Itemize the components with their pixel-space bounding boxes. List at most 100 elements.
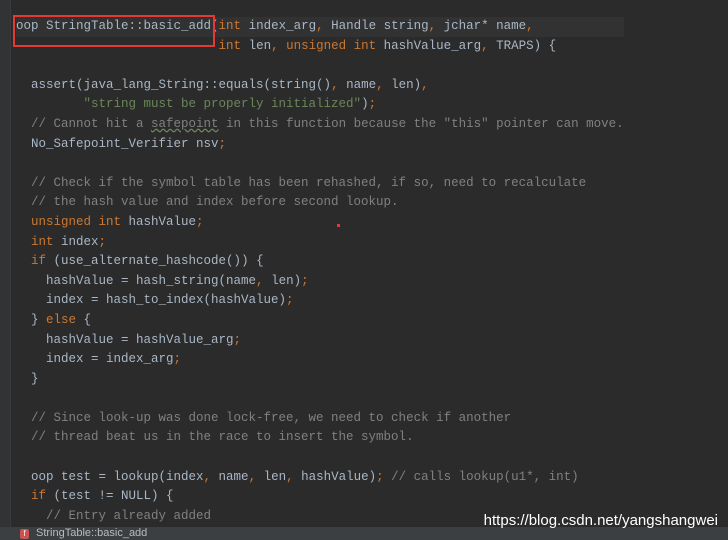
code-line[interactable]: oop test = lookup(index, name, len, hash… (16, 468, 624, 488)
code-token: , (286, 469, 294, 484)
code-token: ; (368, 97, 377, 112)
code-token: , (481, 38, 489, 53)
code-token: // calls lookup(u1*, int) (383, 469, 579, 484)
code-token: (test != NULL) { (46, 489, 174, 504)
code-token: } (16, 371, 39, 386)
code-line[interactable]: hashValue = hashValue_arg; (16, 331, 624, 351)
code-token: // Since look-up was done lock-free, we … (16, 410, 512, 425)
code-line[interactable]: "string must be properly initialized"); (16, 95, 624, 115)
watermark: https://blog.csdn.net/yangshangwei (483, 512, 718, 529)
code-token: if (31, 489, 47, 504)
code-line[interactable]: // the hash value and index before secon… (16, 193, 624, 213)
code-token: in this function because the "this" poin… (218, 116, 624, 131)
code-token: len (256, 469, 287, 484)
code-token: unsigned int (286, 38, 377, 53)
code-token: // the hash value and index before secon… (16, 195, 399, 210)
code-token: index = hash_to_index(hashValue) (16, 293, 287, 308)
code-line[interactable]: No_Safepoint_Verifier nsv; (16, 135, 624, 155)
code-token: // Check if the symbol table has been re… (16, 175, 587, 190)
code-token: ; (98, 234, 107, 249)
code-token: // Entry already added (16, 508, 212, 523)
code-token: , (248, 469, 257, 484)
code-token: hashValue = hashValue_arg (16, 332, 234, 347)
function-icon: f (20, 529, 29, 539)
breadcrumb[interactable]: StringTable::basic_add (36, 527, 147, 540)
code-token: jchar* name (436, 19, 527, 33)
code-line[interactable] (16, 56, 624, 76)
code-token: int (218, 38, 242, 53)
code-token: name (338, 77, 377, 92)
code-line[interactable] (16, 154, 624, 174)
code-line[interactable]: index = index_arg; (16, 350, 624, 370)
code-token: index (53, 234, 99, 249)
code-token: unsigned int (31, 214, 122, 229)
code-token: int (218, 19, 242, 33)
code-token: len) (263, 273, 302, 288)
code-line[interactable]: // thread beat us in the race to insert … (16, 428, 624, 448)
code-line[interactable]: if (use_alternate_hashcode()) { (16, 252, 624, 272)
code-token: hashValue (121, 214, 197, 229)
code-line[interactable]: index = hash_to_index(hashValue); (16, 291, 624, 311)
code-token: ; (218, 136, 227, 151)
code-token: if (31, 254, 47, 269)
code-token: , (526, 19, 534, 33)
code-line[interactable]: } (16, 370, 624, 390)
code-line[interactable] (16, 448, 624, 468)
code-line[interactable]: // Cannot hit a safepoint in this functi… (16, 115, 624, 135)
code-token: len (241, 38, 272, 53)
code-token: { (76, 312, 92, 327)
code-token: (use_alternate_hashcode()) { (46, 254, 264, 269)
code-line[interactable]: // Since look-up was done lock-free, we … (16, 409, 624, 429)
code-token: , (428, 19, 437, 33)
code-token: hashValue = hash_string(name (16, 273, 257, 288)
code-token: Handle string (323, 19, 429, 33)
code-token: ; (173, 352, 182, 367)
code-token: ; (376, 469, 384, 484)
code-token: No_Safepoint_Verifier nsv (16, 136, 219, 151)
code-line[interactable]: if (test != NULL) { (16, 487, 624, 507)
code-line[interactable]: int index; (16, 233, 624, 253)
code-token: , (271, 38, 279, 53)
code-token: name (211, 469, 249, 484)
code-token: safepoint (151, 116, 219, 131)
code-token: , (256, 273, 264, 288)
code-token: ; (286, 293, 294, 308)
code-token: "string must be properly initialized" (83, 97, 362, 112)
code-line[interactable] (16, 389, 624, 409)
code-token: , (421, 77, 429, 92)
code-token: hashValue) (293, 469, 377, 484)
code-token: int (31, 234, 54, 249)
code-token: TRAPS) { (488, 38, 557, 53)
code-line[interactable]: assert(java_lang_String::equals(string()… (16, 76, 624, 96)
code-token: , (316, 19, 324, 33)
red-dot-marker (337, 224, 340, 227)
code-token: // Cannot hit a (16, 116, 152, 131)
code-token: assert(java_lang_String::equals(string() (16, 77, 332, 92)
code-token: else (46, 312, 77, 327)
code-token: hashValue_arg (376, 38, 482, 53)
code-line[interactable]: // Check if the symbol table has been re… (16, 174, 624, 194)
code-token: index = index_arg (16, 352, 174, 367)
code-token: ; (196, 214, 204, 229)
code-token: oop test = lookup(index (16, 469, 204, 484)
code-token: ; (233, 332, 242, 347)
code-line[interactable]: hashValue = hash_string(name, len); (16, 272, 624, 292)
highlight-box (13, 15, 215, 47)
code-line[interactable]: } else { (16, 311, 624, 331)
editor-gutter (0, 0, 11, 527)
code-token: // thread beat us in the race to insert … (16, 430, 414, 445)
code-token: } (16, 312, 47, 327)
code-token: index_arg (241, 19, 317, 33)
code-token: ; (301, 273, 309, 288)
code-token: len) (383, 77, 422, 92)
code-editor[interactable]: oop StringTable::basic_add(int index_arg… (16, 17, 624, 526)
code-token: ) (361, 97, 369, 112)
code-token: , (203, 469, 212, 484)
code-line[interactable]: unsigned int hashValue; (16, 213, 624, 233)
